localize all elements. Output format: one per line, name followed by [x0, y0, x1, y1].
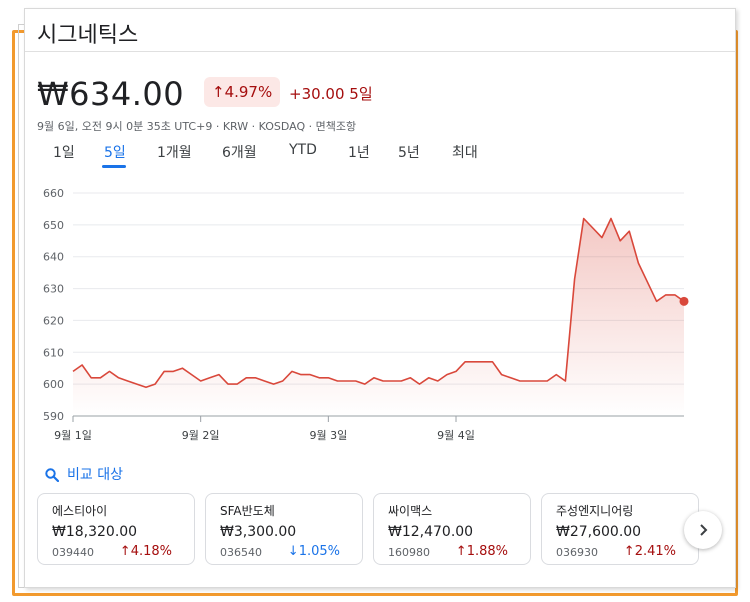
compare-card-change: ↑4.18% — [120, 544, 172, 559]
y-tick-label: 630 — [43, 283, 64, 296]
compare-card-3[interactable]: 주성엔지니어링 ₩27,600.00 036930 ↑2.41% — [541, 493, 699, 565]
tab-5d[interactable]: 5일 — [104, 142, 126, 162]
title-row: 시그네틱스 — [25, 9, 735, 52]
tab-max[interactable]: 최대 — [452, 142, 478, 162]
compare-card-change-value: 2.41% — [634, 544, 676, 559]
compare-card-1[interactable]: SFA반도체 ₩3,300.00 036540 ↓1.05% — [205, 493, 363, 565]
quote-meta: 9월 6일, 오전 9시 0분 35초 UTC+9 · KRW · KOSDAQ… — [37, 120, 357, 133]
compare-card-code: 036540 — [220, 546, 262, 559]
y-tick-label: 660 — [43, 187, 64, 200]
tab-1y[interactable]: 1년 — [348, 142, 370, 162]
compare-label: 비교 대상 — [67, 467, 123, 483]
current-price: ₩634.00 — [37, 75, 185, 113]
x-tick-label: 9월 1일 — [54, 428, 92, 442]
tab-5y[interactable]: 5년 — [398, 142, 420, 162]
compare-card-name: 싸이맥스 — [388, 504, 433, 518]
compare-card-change-value: 1.88% — [466, 544, 508, 559]
arrow-up-icon: ↑ — [212, 83, 225, 101]
x-tick-label: 9월 2일 — [182, 428, 220, 442]
tab-1d[interactable]: 1일 — [53, 142, 75, 162]
arrow-down-icon: ↓ — [287, 544, 299, 559]
search-icon — [45, 468, 60, 483]
price-area — [73, 218, 684, 416]
x-tick-label: 9월 4일 — [437, 428, 475, 442]
x-tick-label: 9월 3일 — [309, 428, 347, 442]
y-tick-label: 590 — [43, 410, 64, 423]
percent-change-badge: ↑4.97% — [204, 77, 281, 107]
compare-button[interactable]: 비교 대상 — [45, 464, 123, 484]
arrow-up-icon: ↑ — [455, 544, 467, 559]
chevron-right-icon — [700, 524, 708, 536]
y-tick-label: 640 — [43, 251, 64, 264]
tab-1m[interactable]: 1개월 — [157, 142, 192, 162]
compare-card-change-value: 1.05% — [298, 544, 340, 559]
y-tick-label: 650 — [43, 219, 64, 232]
compare-card-change: ↑1.88% — [456, 544, 508, 559]
compare-card-0[interactable]: 에스티아이 ₩18,320.00 039440 ↑4.18% — [37, 493, 195, 565]
compare-card-2[interactable]: 싸이맥스 ₩12,470.00 160980 ↑1.88% — [373, 493, 531, 565]
compare-card-price: ₩18,320.00 — [52, 524, 138, 540]
y-tick-label: 610 — [43, 346, 64, 359]
tab-6m[interactable]: 6개월 — [222, 142, 257, 162]
stock-title: 시그네틱스 — [37, 23, 139, 48]
compare-card-change: ↓1.05% — [288, 544, 340, 559]
price-chart[interactable]: 590 600 610 620 630 640 650 660 9월 1일 9월 2일 9월 3일 9… — [25, 179, 737, 449]
arrow-up-icon: ↑ — [623, 544, 635, 559]
compare-card-name: 주성엔지니어링 — [556, 504, 634, 518]
next-comparisons-button[interactable] — [684, 511, 722, 549]
compare-card-code: 160980 — [388, 546, 430, 559]
compare-card-name: SFA반도체 — [220, 504, 275, 518]
percent-change: 4.97% — [224, 83, 273, 101]
compare-card-name: 에스티아이 — [52, 504, 108, 518]
stock-panel: 시그네틱스 ₩634.00 ↑4.97% +30.00 5일 9월 6일, 오전… — [24, 8, 736, 588]
compare-card-price: ₩27,600.00 — [556, 524, 642, 540]
absolute-change-value: +30.00 — [289, 85, 345, 103]
absolute-change: +30.00 5일 — [289, 83, 373, 104]
compare-card-price: ₩12,470.00 — [388, 524, 474, 540]
compare-card-price: ₩3,300.00 — [220, 524, 297, 540]
y-tick-label: 600 — [43, 378, 64, 391]
compare-card-change-value: 4.18% — [130, 544, 172, 559]
active-tab-underline — [102, 165, 126, 168]
tab-ytd[interactable]: YTD — [289, 142, 317, 158]
period-label: 5일 — [349, 85, 373, 103]
compare-card-code: 036930 — [556, 546, 598, 559]
y-tick-label: 620 — [43, 314, 64, 327]
arrow-up-icon: ↑ — [119, 544, 131, 559]
compare-card-change: ↑2.41% — [624, 544, 676, 559]
last-price-dot — [679, 296, 689, 306]
compare-card-code: 039440 — [52, 546, 94, 559]
